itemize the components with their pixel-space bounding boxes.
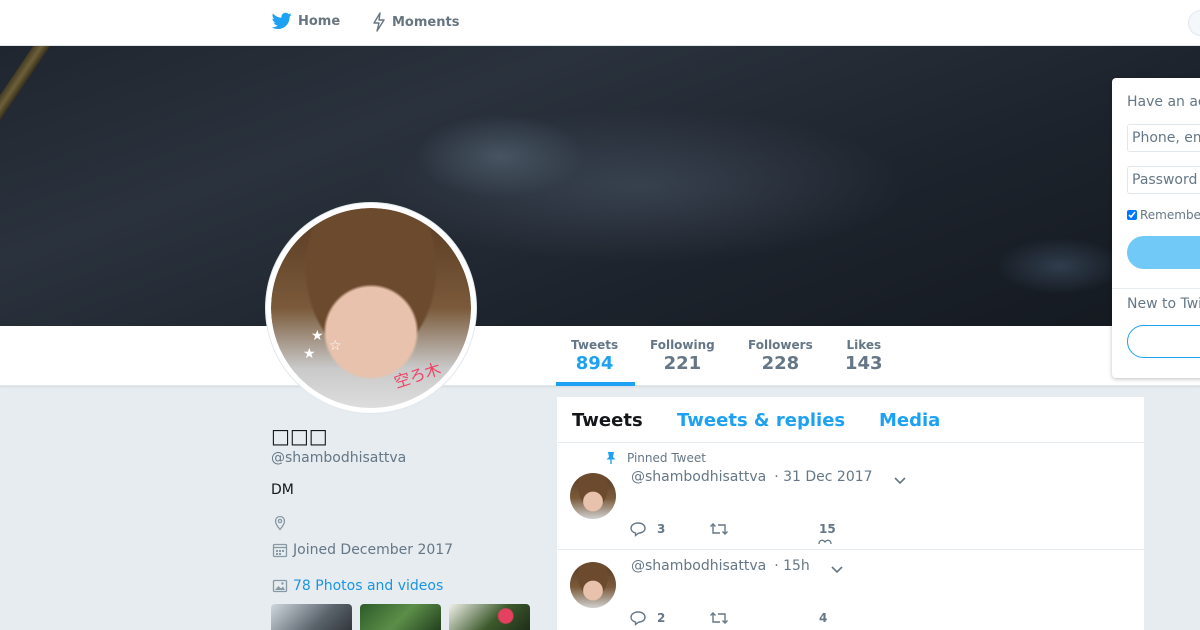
stat-following-value: 221 bbox=[663, 353, 702, 374]
tweet-time[interactable]: · 15h bbox=[774, 558, 810, 574]
profile-handle[interactable]: @shambodhisattva bbox=[271, 450, 406, 466]
tweet-actions: 2 4 bbox=[629, 610, 827, 626]
star-icon: ★ bbox=[311, 328, 324, 344]
profile-nav: Tweets 894 Following 221 Followers 228 L… bbox=[0, 326, 1200, 386]
like-button[interactable]: 4 bbox=[819, 611, 827, 625]
star-icon: ★ bbox=[303, 346, 316, 362]
remember-me-label: Remembe bbox=[1140, 208, 1200, 222]
banner-pole-shape bbox=[0, 46, 52, 227]
reply-icon bbox=[630, 611, 646, 626]
tweet-actions: 3 15 bbox=[629, 521, 836, 544]
tweet-handle[interactable]: @shambodhisattva bbox=[631, 558, 766, 574]
retweet-icon bbox=[710, 612, 728, 624]
photos-link[interactable]: 78 Photos and videos bbox=[272, 578, 443, 594]
stat-followers-value: 228 bbox=[761, 353, 800, 374]
stat-followers-label: Followers bbox=[748, 338, 813, 352]
like-count: 4 bbox=[819, 611, 828, 625]
calendar-icon bbox=[272, 543, 288, 558]
tab-media[interactable]: Media bbox=[879, 410, 940, 431]
reply-count: 3 bbox=[657, 522, 666, 536]
stat-likes-value: 143 bbox=[845, 353, 883, 374]
top-nav: Home Moments bbox=[0, 0, 1200, 46]
retweet-button[interactable] bbox=[709, 521, 819, 537]
retweet-button[interactable] bbox=[709, 610, 819, 626]
nav-home-label: Home bbox=[298, 13, 341, 29]
reply-button[interactable]: 2 bbox=[629, 610, 709, 626]
timeline-tabs: Tweets Tweets & replies Media bbox=[557, 397, 1144, 443]
chevron-down-icon[interactable] bbox=[893, 473, 907, 487]
nav-moments-label: Moments bbox=[392, 14, 460, 30]
tweet-avatar[interactable] bbox=[570, 473, 616, 519]
media-thumbnail[interactable] bbox=[360, 604, 441, 630]
tweet-item[interactable]: @shambodhisattva · 15h 2 4 bbox=[557, 550, 1144, 630]
heart-icon bbox=[818, 539, 832, 544]
lightning-icon bbox=[373, 12, 385, 32]
nav-moments[interactable]: Moments bbox=[372, 12, 459, 32]
chevron-down-icon[interactable] bbox=[830, 562, 844, 576]
login-card: Have an ac Remembe New to Twi bbox=[1112, 78, 1200, 378]
search-button[interactable] bbox=[1188, 10, 1200, 36]
phone-email-input[interactable] bbox=[1127, 124, 1200, 152]
tweet-header: @shambodhisattva · 15h bbox=[631, 558, 810, 574]
joined-row: Joined December 2017 bbox=[272, 542, 453, 558]
stat-following[interactable]: Following 221 bbox=[650, 338, 715, 374]
stat-following-label: Following bbox=[650, 338, 715, 352]
tweet-time[interactable]: · 31 Dec 2017 bbox=[774, 469, 872, 485]
profile-banner bbox=[0, 46, 1200, 326]
tweet-header: @shambodhisattva · 31 Dec 2017 bbox=[631, 469, 873, 485]
nav-home[interactable]: Home bbox=[272, 12, 340, 30]
login-title: Have an ac bbox=[1127, 94, 1200, 110]
avatar-photo: ★ ★ ☆ 空ろ木 bbox=[271, 208, 471, 408]
remember-me-checkbox[interactable] bbox=[1127, 210, 1137, 220]
stat-likes[interactable]: Likes 143 bbox=[845, 338, 883, 374]
media-thumbnail[interactable] bbox=[271, 604, 352, 630]
profile-bio: DM bbox=[271, 482, 294, 498]
login-divider bbox=[1112, 288, 1200, 289]
signup-button[interactable] bbox=[1127, 325, 1200, 358]
active-tab-underline bbox=[556, 382, 635, 386]
reply-icon bbox=[630, 522, 646, 537]
timeline: Tweets Tweets & replies Media Pinned Twe… bbox=[557, 397, 1144, 630]
new-to-twitter-label: New to Twi bbox=[1127, 296, 1200, 312]
tweet-avatar[interactable] bbox=[570, 562, 616, 608]
profile-avatar[interactable]: ★ ★ ☆ 空ろ木 bbox=[266, 203, 476, 413]
password-input[interactable] bbox=[1127, 166, 1200, 194]
tweet-item[interactable]: Pinned Tweet @shambodhisattva · 31 Dec 2… bbox=[557, 443, 1144, 550]
stat-tweets-label: Tweets bbox=[571, 338, 619, 352]
tab-tweets[interactable]: Tweets bbox=[572, 410, 643, 431]
location-row bbox=[272, 515, 288, 535]
photo-icon bbox=[272, 579, 288, 593]
profile-display-name[interactable]: □□□ bbox=[271, 424, 328, 448]
location-icon bbox=[274, 515, 286, 531]
avatar-watermark: 空ろ木 bbox=[391, 358, 444, 392]
stat-tweets[interactable]: Tweets 894 bbox=[571, 338, 618, 374]
tweet-handle[interactable]: @shambodhisattva bbox=[631, 469, 766, 485]
media-thumbnail[interactable] bbox=[449, 604, 530, 630]
like-count: 15 bbox=[819, 522, 836, 536]
stat-likes-label: Likes bbox=[846, 338, 882, 352]
like-button[interactable]: 15 bbox=[818, 522, 836, 544]
remember-me[interactable]: Remembe bbox=[1127, 208, 1200, 222]
login-button[interactable] bbox=[1127, 236, 1200, 269]
pinned-indicator: Pinned Tweet bbox=[605, 451, 706, 465]
photos-label: 78 Photos and videos bbox=[293, 578, 444, 594]
reply-button[interactable]: 3 bbox=[629, 521, 709, 537]
reply-count: 2 bbox=[657, 611, 666, 625]
retweet-icon bbox=[710, 523, 728, 535]
tab-tweets-replies[interactable]: Tweets & replies bbox=[677, 410, 845, 431]
pinned-label: Pinned Tweet bbox=[627, 451, 706, 465]
twitter-bird-icon bbox=[272, 12, 292, 30]
stat-followers[interactable]: Followers 228 bbox=[748, 338, 813, 374]
star-icon: ☆ bbox=[329, 338, 342, 354]
pin-icon bbox=[606, 452, 616, 464]
stat-tweets-value: 894 bbox=[575, 353, 614, 374]
joined-label: Joined December 2017 bbox=[293, 542, 454, 558]
